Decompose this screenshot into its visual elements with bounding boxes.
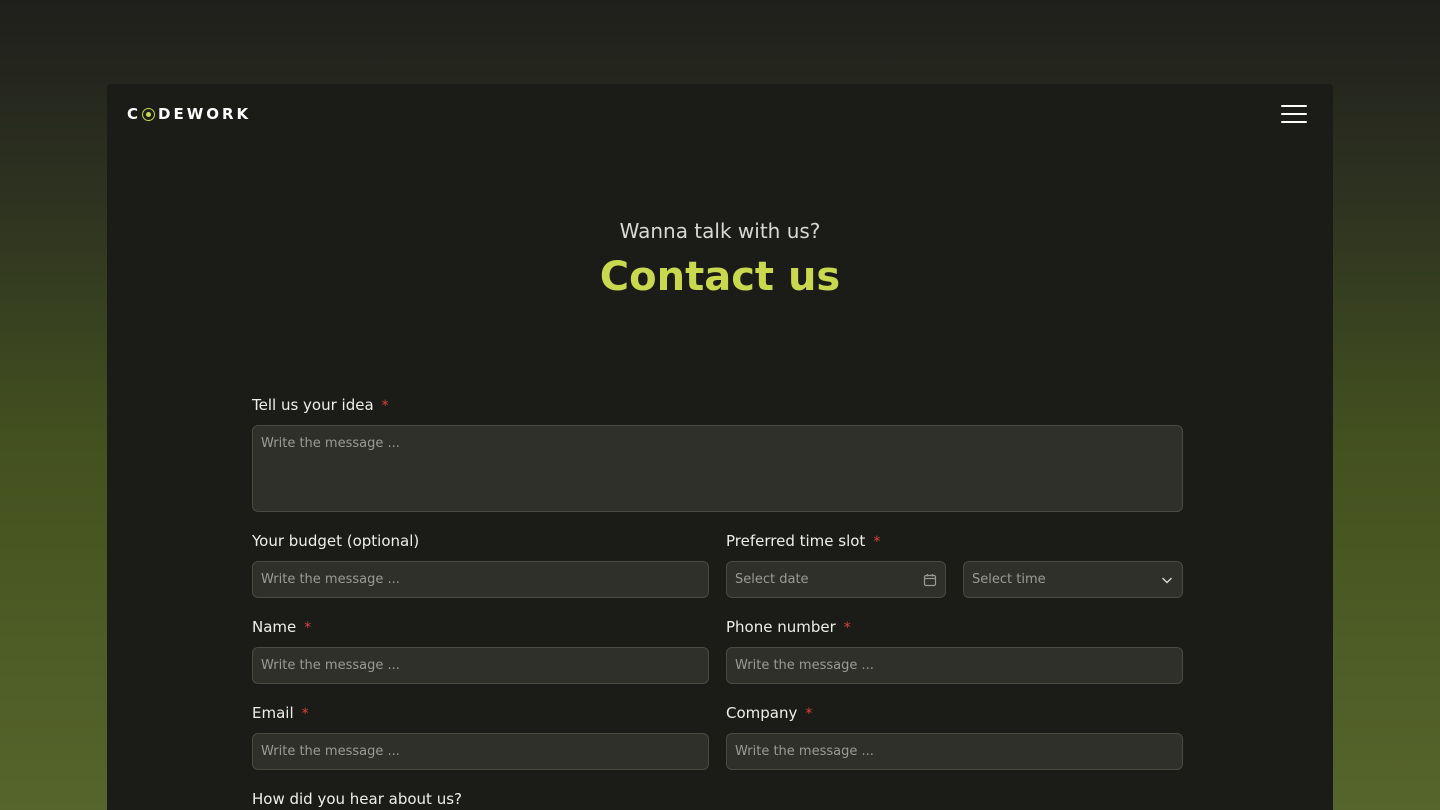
company-input[interactable] — [726, 733, 1183, 770]
budget-input[interactable] — [252, 561, 709, 598]
budget-label: Your budget (optional) — [252, 531, 419, 551]
company-label-text: Company — [726, 704, 798, 722]
company-label: Company * — [726, 703, 812, 724]
time-select[interactable]: Select time — [963, 561, 1183, 598]
contact-card: C DEWORK Wanna talk with us? Contact us … — [107, 84, 1333, 810]
budget-label-text: Your budget (optional) — [252, 532, 420, 550]
date-picker-placeholder: Select date — [735, 572, 809, 587]
logo[interactable]: C DEWORK — [127, 104, 251, 124]
time-slot-label-text: Preferred time slot — [726, 532, 866, 550]
name-input[interactable] — [252, 647, 709, 684]
required-marker: * — [843, 620, 851, 636]
phone-input[interactable] — [726, 647, 1183, 684]
required-marker: * — [805, 706, 813, 722]
phone-label: Phone number * — [726, 617, 851, 638]
logo-text-end: DEWORK — [158, 105, 252, 123]
logo-text-start: C — [127, 105, 142, 123]
idea-textarea[interactable] — [252, 425, 1183, 512]
time-slot-label: Preferred time slot * — [726, 531, 880, 552]
name-label-text: Name — [252, 618, 297, 636]
email-input[interactable] — [252, 733, 709, 770]
menu-line — [1281, 113, 1307, 115]
required-marker: * — [304, 620, 312, 636]
menu-line — [1281, 121, 1307, 123]
referral-label-text: How did you hear about us? — [252, 790, 462, 808]
page-title: Contact us — [599, 254, 841, 300]
menu-line — [1281, 105, 1307, 107]
required-marker: * — [381, 398, 389, 414]
logo-o-mark-icon — [142, 107, 156, 121]
date-picker[interactable]: Select date — [726, 561, 946, 598]
email-label: Email * — [252, 703, 309, 724]
required-marker: * — [301, 706, 309, 722]
chevron-down-icon — [1160, 573, 1174, 587]
calendar-icon[interactable] — [923, 573, 937, 587]
time-select-placeholder: Select time — [972, 572, 1046, 587]
idea-label: Tell us your idea * — [252, 395, 389, 416]
idea-label-text: Tell us your idea — [252, 396, 374, 414]
referral-label: How did you hear about us? — [252, 789, 462, 809]
phone-label-text: Phone number — [726, 618, 836, 636]
hamburger-menu-icon[interactable] — [1281, 104, 1307, 124]
name-label: Name * — [252, 617, 311, 638]
hero-eyebrow: Wanna talk with us? — [619, 219, 821, 243]
required-marker: * — [873, 534, 881, 550]
email-label-text: Email — [252, 704, 294, 722]
header: C DEWORK — [107, 84, 1333, 144]
